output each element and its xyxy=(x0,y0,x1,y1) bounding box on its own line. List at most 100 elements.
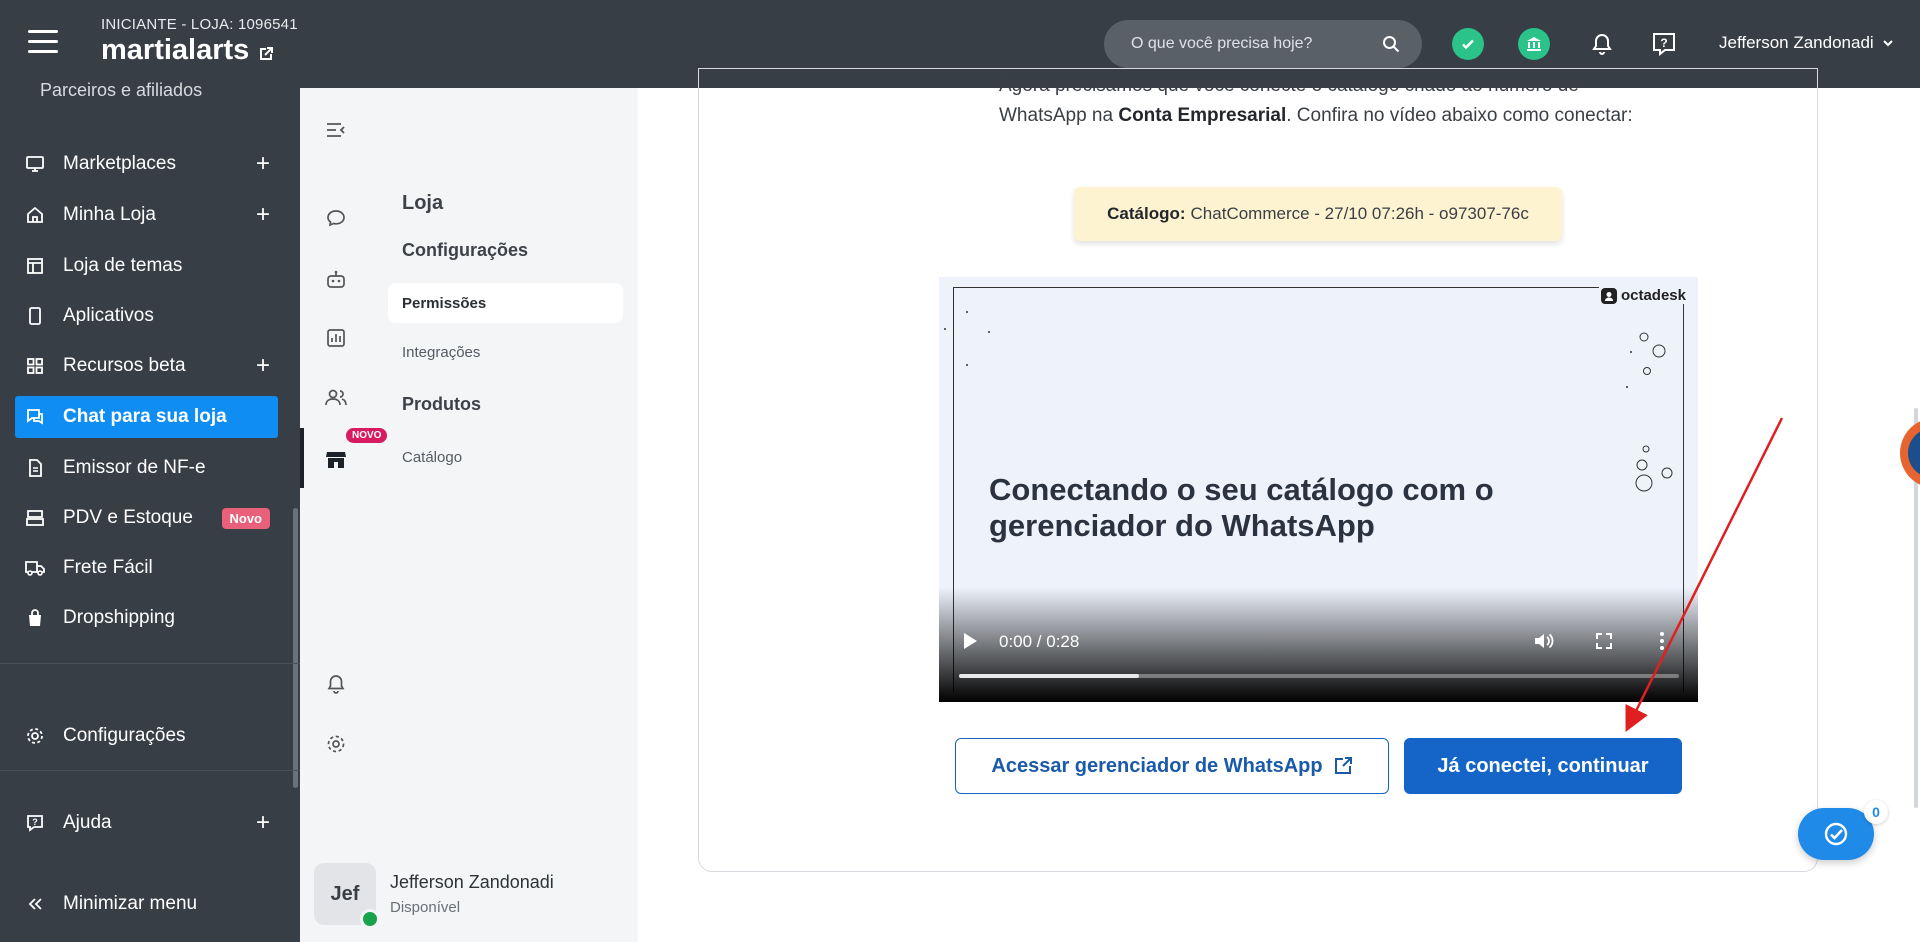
sidebar-scrollbar[interactable] xyxy=(293,508,298,788)
truck-icon xyxy=(23,556,47,580)
agent-name: Jefferson Zandonadi xyxy=(390,872,554,892)
video-title: Conectando o seu catálogo com o gerencia… xyxy=(989,472,1494,543)
sidebar-item-aplicativos[interactable]: Aplicativos xyxy=(15,295,278,337)
intro-bold: Conta Empresarial xyxy=(1118,105,1287,126)
search-icon[interactable] xyxy=(1382,35,1400,53)
sidebar-divider xyxy=(0,663,300,664)
sidebar-item-label: Minimizar menu xyxy=(63,893,198,914)
contacts-icon[interactable] xyxy=(322,384,350,412)
collapse-panel-icon[interactable] xyxy=(322,116,350,144)
notifications-icon[interactable] xyxy=(322,670,350,698)
intro-part2: . Confira no vídeo abaixo como conectar: xyxy=(1286,105,1633,126)
store-plan: INICIANTE - LOJA: 1096541 xyxy=(101,16,298,33)
sidebar-item-label: PDV e Estoque xyxy=(63,507,193,528)
sidebar-item-label: Frete Fácil xyxy=(63,557,153,578)
search-bar xyxy=(1104,20,1422,68)
search-input[interactable] xyxy=(1131,35,1382,53)
help-icon: ? xyxy=(23,811,47,835)
sidebar-item-label: Emissor de NF-e xyxy=(63,457,206,478)
double-chevron-left-icon xyxy=(23,892,47,916)
menu-heading-products: Produtos xyxy=(402,394,481,414)
octadesk-logo-icon xyxy=(1600,287,1617,304)
minimize-menu-button[interactable]: Minimizar menu xyxy=(15,883,278,925)
menu-link-integrations[interactable]: Integrações xyxy=(388,332,623,372)
catalog-value: ChatCommerce - 27/10 07:26h - o97307-76c xyxy=(1190,204,1529,223)
chat-secondary-panel: NOVO Loja Configurações Permissões Integ… xyxy=(300,88,638,942)
sidebar-item-chat[interactable]: Chat para sua loja xyxy=(15,396,278,438)
register-icon xyxy=(23,506,47,530)
octadesk-logo: octadesk xyxy=(1598,287,1688,304)
agent-status: Disponível xyxy=(390,899,461,916)
play-icon[interactable] xyxy=(957,628,983,654)
fab-count-badge: 0 xyxy=(1864,800,1888,824)
catalog-info-badge: Catálogo: ChatCommerce - 27/10 07:26h - … xyxy=(1074,187,1562,241)
sidebar-item-label: Recursos beta xyxy=(63,355,186,376)
sidebar-item-marketplaces[interactable]: Marketplaces + xyxy=(15,143,278,185)
sidebar-item-configuracoes[interactable]: Configurações xyxy=(15,715,278,757)
bot-icon[interactable] xyxy=(322,266,350,294)
sidebar-item-recursos-beta[interactable]: Recursos beta + xyxy=(15,345,278,387)
bell-icon[interactable] xyxy=(1586,28,1618,60)
reports-icon[interactable] xyxy=(322,324,350,352)
plus-icon[interactable]: + xyxy=(256,352,270,380)
sidebar-item-label: Chat para sua loja xyxy=(63,406,227,427)
menu-link-permissions[interactable]: Permissões xyxy=(388,283,623,323)
side-widget[interactable] xyxy=(1900,418,1920,488)
tutorial-video-player[interactable]: octadesk Conectando o seu catálogo com o… xyxy=(939,277,1698,702)
sidebar-item-nfe[interactable]: Emissor de NF-e xyxy=(15,447,278,489)
help-chat-icon[interactable]: ? xyxy=(1648,28,1680,60)
status-dot xyxy=(360,909,380,929)
sidebar-item-label: Configurações xyxy=(63,725,186,746)
settings-icon[interactable] xyxy=(322,730,350,758)
video-progress-bar[interactable] xyxy=(959,674,1679,678)
sidebar-item-pdv[interactable]: PDV e Estoque Novo xyxy=(15,497,278,539)
conversations-icon[interactable] xyxy=(322,204,350,232)
hamburger-menu-icon[interactable] xyxy=(28,30,58,54)
video-progress-fill xyxy=(959,674,1139,678)
video-time: 0:00 / 0:28 xyxy=(999,632,1080,651)
store-name-link[interactable]: martialarts xyxy=(101,34,275,67)
monitor-icon xyxy=(23,152,47,176)
external-link-icon xyxy=(1334,757,1352,774)
setup-card: Agora precisamos que você conecte o catá… xyxy=(698,68,1818,872)
sidebar-item-frete[interactable]: Frete Fácil xyxy=(15,547,278,589)
menu-link-catalog[interactable]: Catálogo xyxy=(388,437,623,477)
active-indicator xyxy=(300,428,304,488)
volume-icon[interactable] xyxy=(1531,628,1557,654)
checklist-icon xyxy=(1824,822,1848,846)
mobile-icon xyxy=(23,304,47,328)
plus-icon[interactable]: + xyxy=(256,809,270,837)
plus-icon[interactable]: + xyxy=(256,201,270,229)
sidebar-item-minha-loja[interactable]: Minha Loja + xyxy=(15,194,278,236)
sidebar-item-partners[interactable]: Parceiros e afiliados xyxy=(40,80,202,101)
fullscreen-icon[interactable] xyxy=(1591,628,1617,654)
menu-heading-store: Loja xyxy=(402,192,444,214)
avatar-initials: Jef xyxy=(330,882,360,905)
sidebar-divider xyxy=(0,770,300,771)
user-name: Jefferson Zandonadi xyxy=(1719,33,1874,52)
external-link-icon xyxy=(260,46,274,60)
octadesk-logo-text: octadesk xyxy=(1620,287,1686,304)
bank-icon[interactable] xyxy=(1518,28,1550,60)
sidebar-item-dropshipping[interactable]: Dropshipping xyxy=(15,597,278,639)
novo-badge: Novo xyxy=(221,507,270,529)
continue-button[interactable]: Já conectei, continuar xyxy=(1404,738,1682,794)
sidebar-item-loja-de-temas[interactable]: Loja de temas xyxy=(15,245,278,287)
check-status-icon[interactable] xyxy=(1452,28,1484,60)
whatsapp-manager-label: Acessar gerenciador de WhatsApp xyxy=(991,754,1323,777)
agent-profile[interactable]: Jef Jefferson Zandonadi Disponível xyxy=(314,863,554,929)
sidebar-item-ajuda[interactable]: ? Ajuda + xyxy=(15,802,278,844)
icon-rail: NOVO xyxy=(300,88,388,942)
home-icon xyxy=(23,203,47,227)
plus-icon[interactable]: + xyxy=(256,150,270,178)
sidebar-item-label: Aplicativos xyxy=(63,305,154,326)
sidebar-item-label: Minha Loja xyxy=(63,204,156,225)
grid-icon xyxy=(23,354,47,378)
sidebar-item-label: Dropshipping xyxy=(63,607,175,628)
more-options-icon[interactable] xyxy=(1649,628,1675,654)
store-icon[interactable] xyxy=(322,446,350,474)
checklist-fab[interactable] xyxy=(1798,808,1874,860)
chevron-down-icon xyxy=(1882,40,1893,47)
user-menu[interactable]: Jefferson Zandonadi xyxy=(1719,33,1894,53)
whatsapp-manager-button[interactable]: Acessar gerenciador de WhatsApp xyxy=(955,738,1389,794)
